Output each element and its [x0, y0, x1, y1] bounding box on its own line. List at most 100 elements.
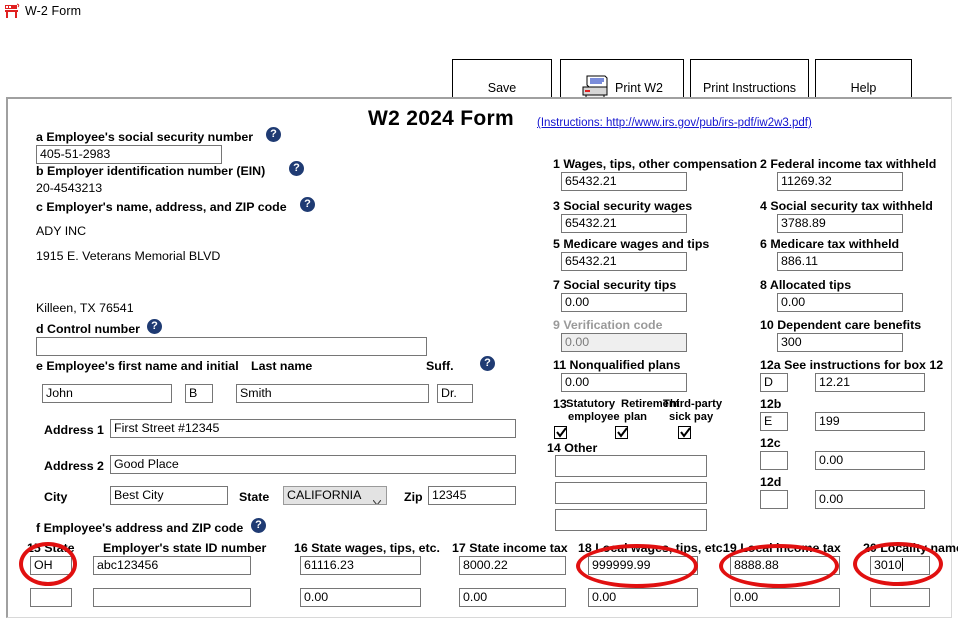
box-12b-amount-input[interactable]: 199 — [815, 412, 925, 431]
box-12c-amount-input[interactable]: 0.00 — [815, 451, 925, 470]
address2-input[interactable]: Good Place — [110, 455, 516, 474]
w2-form-icon — [4, 3, 20, 19]
box-14-input-1[interactable] — [555, 455, 707, 477]
box-12d-code-input[interactable] — [760, 490, 788, 509]
box-5-input[interactable]: 65432.21 — [561, 252, 687, 271]
box-13-thirdparty-checkbox[interactable] — [678, 426, 691, 439]
ein-value: 20-4543213 — [36, 181, 103, 195]
box-8-input[interactable]: 0.00 — [777, 293, 903, 312]
box-18-local-wages-input-row1[interactable]: 999999.99 — [588, 556, 698, 575]
box-12c-code-input[interactable] — [760, 451, 788, 470]
box-c-label: c Employer's name, address, and ZIP code — [36, 200, 287, 214]
box-16-state-wages-input-row2[interactable]: 0.00 — [300, 588, 421, 607]
address1-input[interactable]: First Street #12345 — [110, 419, 516, 438]
box-12d-label: 12d — [760, 475, 782, 489]
box-20-locality-name-input-row1[interactable]: 3010 — [870, 556, 930, 575]
address2-label: Address 2 — [44, 459, 104, 473]
suffix-input[interactable]: Dr. — [437, 384, 473, 403]
box-2-label: 2 Federal income tax withheld — [760, 157, 937, 171]
box-1-input[interactable]: 65432.21 — [561, 172, 687, 191]
box-15-employer-state-id-input-row1[interactable]: abc123456 — [93, 556, 251, 575]
box-a-label: a Employee's social security number — [36, 130, 254, 144]
box-14-input-2[interactable] — [555, 482, 707, 504]
box-6-label: 6 Medicare tax withheld — [760, 237, 900, 251]
box-3-label: 3 Social security wages — [553, 199, 693, 213]
employer-city-state-zip: Killeen, TX 76541 — [36, 301, 134, 315]
box-13-thirdparty-label-line2: sick pay — [669, 411, 714, 423]
box-12b-label: 12b — [760, 397, 782, 411]
box-20-locality-name-input-row2[interactable] — [870, 588, 930, 607]
box-5-label: 5 Medicare wages and tips — [553, 237, 710, 251]
box-13-statutory-label-line1: Statutory — [566, 398, 616, 410]
box-18-label: 18 Local wages, tips, etc. — [578, 541, 727, 555]
zip-input[interactable]: 12345 — [428, 486, 516, 505]
box-a-help-icon[interactable]: ? — [266, 127, 281, 142]
box-17-state-income-tax-input-row2[interactable]: 0.00 — [459, 588, 566, 607]
box-d-help-icon[interactable]: ? — [147, 319, 162, 334]
box-7-label: 7 Social security tips — [553, 278, 677, 292]
box-14-label: 14 Other — [547, 441, 598, 455]
box-1-label: 1 Wages, tips, other compensation — [553, 157, 758, 171]
address1-label: Address 1 — [44, 423, 104, 437]
box-19-label: 19 Local income tax — [723, 541, 841, 555]
state-select[interactable]: CALIFORNIA — [283, 486, 387, 505]
box-4-input[interactable]: 3788.89 — [777, 214, 903, 233]
employer-address: 1915 E. Veterans Memorial BLVD — [36, 249, 221, 263]
box-e-help-icon[interactable]: ? — [480, 356, 495, 371]
box-12d-amount-input[interactable]: 0.00 — [815, 490, 925, 509]
box-11-label: 11 Nonqualified plans — [553, 358, 681, 372]
text-cursor — [901, 558, 903, 571]
box-2-input[interactable]: 11269.32 — [777, 172, 903, 191]
middle-initial-input[interactable]: B — [185, 384, 213, 403]
box-13-thirdparty-label-line1: Third-party — [663, 398, 723, 410]
first-name-input[interactable]: John — [42, 384, 172, 403]
box-b-help-icon[interactable]: ? — [289, 161, 304, 176]
box-19-local-income-tax-input-row2[interactable]: 0.00 — [730, 588, 840, 607]
irs-instructions-link[interactable]: (Instructions: http://www.irs.gov/pub/ir… — [537, 117, 812, 129]
box-17-state-income-tax-input-row1[interactable]: 8000.22 — [459, 556, 566, 575]
ssn-input[interactable]: 405-51-2983 — [36, 145, 222, 164]
employer-name: ADY INC — [36, 224, 87, 238]
box-13-retirement-checkbox[interactable] — [615, 426, 628, 439]
help-button-label: Help — [850, 80, 877, 95]
box-19-local-income-tax-input-row1[interactable]: 8888.88 — [730, 556, 840, 575]
box-18-local-wages-input-row2[interactable]: 0.00 — [588, 588, 698, 607]
box-12b-code-input[interactable]: E — [760, 412, 788, 431]
box-13-retirement-label-line2: plan — [624, 411, 647, 423]
save-button-label: Save — [487, 80, 517, 95]
box-12a-label: 12a See instructions for box 12 — [760, 358, 944, 372]
chevron-down-icon — [372, 493, 382, 504]
box-16-label: 16 State wages, tips, etc. — [294, 541, 440, 555]
box-e-suffix-label: Suff. — [426, 359, 454, 373]
box-12a-code-input[interactable]: D — [760, 373, 788, 392]
box-15-employer-state-id-label: Employer's state ID number — [103, 541, 267, 555]
w2-form-panel: W2 2024 Form (Instructions: http://www.i… — [6, 97, 958, 618]
last-name-input[interactable]: Smith — [236, 384, 429, 403]
box-6-input[interactable]: 886.11 — [777, 252, 903, 271]
box-11-input[interactable]: 0.00 — [561, 373, 687, 392]
page-title: W2 2024 Form — [368, 107, 514, 130]
city-input[interactable]: Best City — [110, 486, 228, 505]
box-14-input-3[interactable] — [555, 509, 707, 531]
control-number-input[interactable] — [36, 337, 427, 356]
box-4-label: 4 Social security tax withheld — [760, 199, 933, 213]
box-c-help-icon[interactable]: ? — [300, 197, 315, 212]
box-15-employer-state-id-input-row2[interactable] — [93, 588, 251, 607]
box-13-label: 13 — [553, 397, 567, 411]
box-15-state-input-row2[interactable] — [30, 588, 72, 607]
box-17-label: 17 State income tax — [452, 541, 568, 555]
box-3-input[interactable]: 65432.21 — [561, 214, 687, 233]
box-f-help-icon[interactable]: ? — [251, 518, 266, 533]
box-13-statutory-label-line2: employee — [568, 411, 620, 423]
box-b-label: b Employer identification number (EIN) — [36, 164, 266, 178]
box-15-state-input-row1[interactable]: OH — [30, 556, 72, 575]
box-13-statutory-checkbox[interactable] — [554, 426, 567, 439]
box-12c-label: 12c — [760, 436, 781, 450]
box-10-input[interactable]: 300 — [777, 333, 903, 352]
box-16-state-wages-input-row1[interactable]: 61116.23 — [300, 556, 421, 575]
zip-label: Zip — [404, 490, 423, 504]
box-10-label: 10 Dependent care benefits — [760, 318, 922, 332]
city-label: City — [44, 490, 68, 504]
box-7-input[interactable]: 0.00 — [561, 293, 687, 312]
box-12a-amount-input[interactable]: 12.21 — [815, 373, 925, 392]
